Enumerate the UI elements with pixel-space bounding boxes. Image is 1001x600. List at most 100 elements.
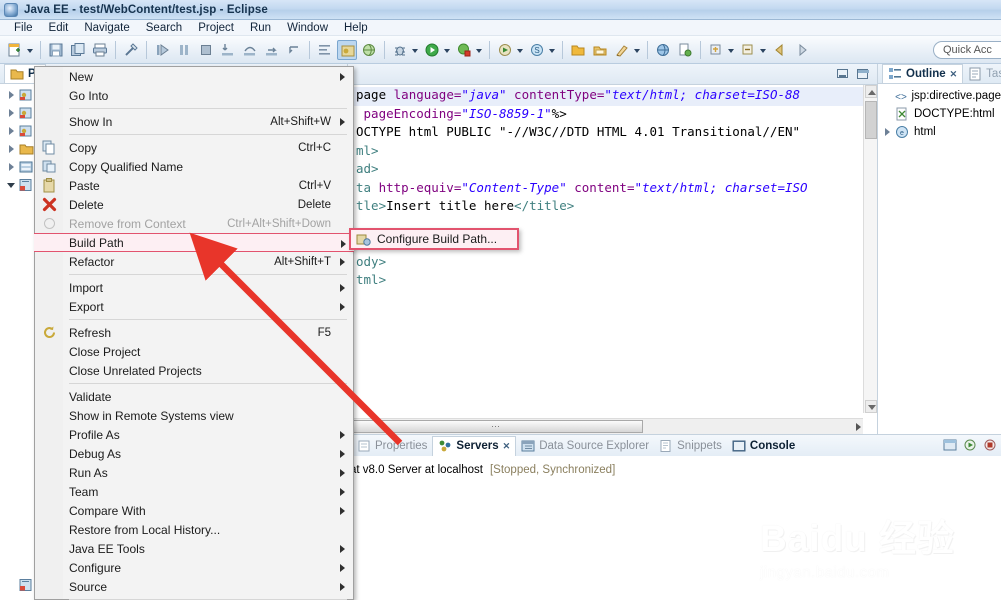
code-line[interactable]: ad> — [354, 161, 877, 180]
code-line[interactable]: OCTYPE html PUBLIC "-//W3C//DTD HTML 4.0… — [354, 124, 877, 143]
outline-item[interactable]: e html — [878, 123, 1001, 141]
open-browser-icon[interactable] — [653, 40, 673, 60]
prev-annotation-dropdown-icon[interactable] — [759, 40, 768, 60]
horizontal-scroll-thumb[interactable]: ⋯ — [349, 420, 643, 433]
menubar-item-run[interactable]: Run — [242, 20, 279, 36]
run-on-server-icon[interactable] — [495, 40, 515, 60]
code-line[interactable]: ta http-equiv="Content-Type" content="te… — [354, 180, 877, 199]
server-row[interactable]: at v8.0 Server at localhost [Stopped, Sy… — [350, 462, 1001, 478]
quick-access-input[interactable]: Quick Acc — [933, 41, 1001, 59]
menu-item-build-path[interactable]: Build Path — [34, 233, 354, 252]
external-tools-dropdown-icon[interactable] — [475, 40, 484, 60]
menubar-item-edit[interactable]: Edit — [41, 20, 77, 36]
menubar-item-window[interactable]: Window — [279, 20, 336, 36]
menubar-item-help[interactable]: Help — [336, 20, 376, 36]
run-icon[interactable] — [422, 40, 442, 60]
menu-item-paste[interactable]: Paste Ctrl+V — [35, 176, 353, 195]
drop-to-frame-icon[interactable] — [284, 40, 304, 60]
menu-item-show-in[interactable]: Show In Alt+Shift+W — [35, 112, 353, 131]
run-dropdown-icon[interactable] — [443, 40, 452, 60]
menubar-item-file[interactable]: File — [6, 20, 41, 36]
tab-snippets[interactable]: Snippets — [654, 436, 727, 456]
minimize-editor-icon[interactable] — [836, 68, 849, 80]
annotation-dropdown-icon[interactable] — [633, 40, 642, 60]
tab-data-source-explorer[interactable]: Data Source Explorer — [516, 436, 654, 456]
twisty-icon[interactable] — [6, 125, 18, 137]
twisty-icon[interactable] — [882, 90, 893, 102]
twisty-icon[interactable] — [882, 126, 894, 138]
next-annotation-icon[interactable] — [706, 40, 726, 60]
menu-item-new[interactable]: New — [35, 67, 353, 86]
twisty-icon[interactable] — [6, 89, 18, 101]
new-wizard-icon[interactable] — [5, 40, 25, 60]
web-perspective-icon[interactable] — [359, 40, 379, 60]
twisty-icon[interactable] — [882, 108, 894, 120]
tab-task[interactable]: Task — [963, 64, 1001, 83]
new-server-wizard-icon[interactable] — [943, 438, 957, 455]
new-wizard-dropdown-icon[interactable] — [26, 40, 35, 60]
code-line[interactable]: tml> — [354, 272, 877, 291]
code-line[interactable]: ml> — [354, 143, 877, 162]
annotation-icon[interactable] — [612, 40, 632, 60]
print-icon[interactable] — [90, 40, 110, 60]
menu-item-refresh[interactable]: Refresh F5 — [35, 323, 353, 342]
forward-icon[interactable] — [792, 40, 812, 60]
scroll-right-icon[interactable] — [856, 423, 861, 431]
editor-vertical-scrollbar[interactable] — [863, 85, 877, 413]
step-into-icon[interactable] — [218, 40, 238, 60]
menu-item-restore-from-local-history[interactable]: Restore from Local History... — [35, 520, 353, 539]
tab-console[interactable]: Console — [727, 436, 800, 456]
start-server-icon[interactable] — [963, 438, 977, 455]
next-annotation-dropdown-icon[interactable] — [727, 40, 736, 60]
menu-item-source[interactable]: Source — [35, 577, 353, 596]
suspend-icon[interactable] — [174, 40, 194, 60]
menu-item-validate[interactable]: Validate — [35, 387, 353, 406]
twisty-icon[interactable] — [6, 161, 18, 173]
debug-icon[interactable] — [390, 40, 410, 60]
vertical-scroll-thumb[interactable] — [865, 101, 877, 139]
menu-item-copy-qualified-name[interactable]: Copy Qualified Name — [35, 157, 353, 176]
resume-icon[interactable] — [152, 40, 172, 60]
save-icon[interactable] — [46, 40, 66, 60]
toggle-markoccurrences-icon[interactable] — [121, 40, 141, 60]
menu-item-go-into[interactable]: Go Into — [35, 86, 353, 105]
scroll-down-icon[interactable] — [865, 400, 877, 413]
maximize-editor-icon[interactable] — [856, 68, 869, 80]
run-external-tools-icon[interactable] — [454, 40, 474, 60]
java-perspective-icon[interactable] — [337, 39, 357, 60]
open-folder-alt-icon[interactable] — [590, 40, 610, 60]
twisty-icon[interactable] — [6, 107, 18, 119]
save-all-icon[interactable] — [68, 40, 88, 60]
tab-servers[interactable]: Servers ✕ — [432, 435, 517, 456]
menu-item-run-as[interactable]: Run As — [35, 463, 353, 482]
scroll-up-icon[interactable] — [865, 85, 877, 98]
run-on-server-dropdown-icon[interactable] — [516, 40, 525, 60]
menu-item-debug-as[interactable]: Debug As — [35, 444, 353, 463]
close-icon[interactable]: ✕ — [950, 69, 958, 80]
twisty-icon[interactable] — [6, 143, 18, 155]
menu-item-close-project[interactable]: Close Project — [35, 342, 353, 361]
menu-item-compare-with[interactable]: Compare With — [35, 501, 353, 520]
menu-item-close-unrelated-projects[interactable]: Close Unrelated Projects — [35, 361, 353, 380]
tab-outline[interactable]: Outline ✕ — [882, 64, 964, 83]
menu-item-profile-as[interactable]: Profile As — [35, 425, 353, 444]
tab-properties[interactable]: Properties — [352, 436, 432, 456]
twisty-icon[interactable] — [6, 579, 18, 591]
menu-item-show-in-remote-systems-view[interactable]: Show in Remote Systems view — [35, 406, 353, 425]
step-over-icon[interactable] — [240, 40, 260, 60]
menu-item-configure[interactable]: Configure — [35, 558, 353, 577]
configure-build-path-item[interactable]: Configure Build Path... — [377, 232, 497, 246]
outline-item[interactable]: DOCTYPE:html — [878, 105, 1001, 123]
code-line[interactable]: ody> — [354, 254, 877, 273]
step-return-icon[interactable] — [262, 40, 282, 60]
debug-dropdown-icon[interactable] — [411, 40, 420, 60]
menu-item-delete[interactable]: Delete Delete — [35, 195, 353, 214]
menubar-item-navigate[interactable]: Navigate — [76, 20, 137, 36]
editor-horizontal-scrollbar[interactable]: ⋯ — [348, 418, 863, 434]
menubar-item-project[interactable]: Project — [190, 20, 242, 36]
back-icon[interactable] — [770, 40, 790, 60]
twisty-icon[interactable] — [6, 179, 18, 191]
new-jsp-icon[interactable] — [675, 40, 695, 60]
outline-item[interactable]: <> jsp:directive.page — [878, 87, 1001, 105]
menu-item-team[interactable]: Team — [35, 482, 353, 501]
